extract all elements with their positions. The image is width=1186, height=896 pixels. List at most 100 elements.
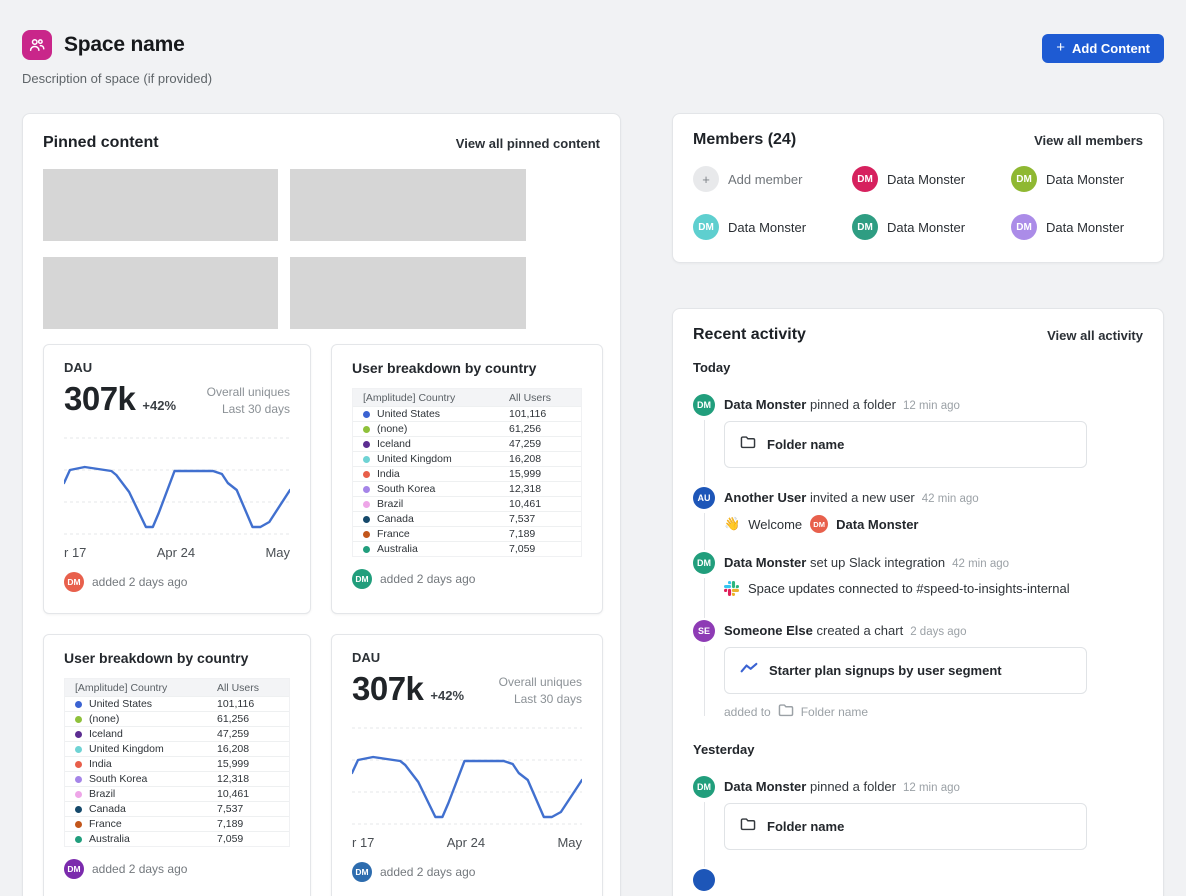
timestamp: 12 min ago — [903, 782, 960, 794]
view-all-pinned-link[interactable]: View all pinned content — [456, 136, 600, 151]
country-label: South Korea — [89, 773, 147, 785]
card-title: DAU — [352, 650, 582, 665]
activity-text: Another User invited a new user 42 min ag… — [724, 490, 1143, 505]
country-value: 16,208 — [509, 453, 571, 465]
table-row: India15,999 — [65, 756, 289, 771]
table-row: (none)61,256 — [353, 421, 581, 436]
actor-name: Another User — [724, 490, 806, 505]
avatar: AU — [693, 487, 715, 509]
series-color-dot — [75, 731, 82, 738]
action-text: pinned a folder — [806, 397, 896, 412]
recent-activity-title: Recent activity — [693, 326, 806, 344]
chart-name: Starter plan signups by user segment — [769, 663, 1002, 678]
country-value: 7,537 — [217, 803, 279, 815]
country-label: (none) — [89, 713, 119, 725]
table-row: Iceland47,259 — [353, 436, 581, 451]
add-member-button[interactable]: + Add member — [693, 166, 852, 192]
content-placeholder[interactable] — [290, 169, 526, 241]
avatar: DM — [852, 214, 878, 240]
table-header: [Amplitude] Country All Users — [65, 679, 289, 696]
country-label: Iceland — [89, 728, 123, 740]
series-color-dot — [363, 471, 370, 478]
series-color-dot — [363, 486, 370, 493]
dau-value: 307k — [64, 380, 135, 418]
activity-text: Someone Else created a chart2 days ago — [724, 623, 1143, 638]
wave-emoji: 👋 — [724, 516, 740, 532]
avatar: DM — [693, 552, 715, 574]
series-color-dot — [75, 701, 82, 708]
space-header-block: Space name Description of space (if prov… — [22, 30, 212, 86]
folder-icon — [740, 817, 756, 836]
table-row: Canada7,537 — [353, 511, 581, 526]
avatar — [693, 869, 715, 891]
series-color-dot — [363, 531, 370, 538]
breakdown-card[interactable]: User breakdown by country [Amplitude] Co… — [331, 344, 603, 614]
member-name: Data Monster — [1046, 172, 1124, 187]
series-color-dot — [363, 546, 370, 553]
country-label: Australia — [377, 543, 418, 555]
actor-name: Data Monster — [724, 779, 806, 794]
member-item[interactable]: DMData Monster — [852, 166, 1011, 192]
series-color-dot — [363, 456, 370, 463]
series-color-dot — [75, 746, 82, 753]
activity-item: DMData Monster set up Slack integration4… — [693, 552, 1143, 601]
activity-item: AU Another User invited a new user 42 min … — [693, 487, 1143, 533]
country-value: 7,059 — [217, 833, 279, 845]
table-row: France7,189 — [65, 816, 289, 831]
series-color-dot — [363, 516, 370, 523]
country-value: 10,461 — [509, 498, 571, 510]
action-text: invited a new user — [806, 490, 914, 505]
country-value: 7,537 — [509, 513, 571, 525]
chart-attachment[interactable]: Starter plan signups by user segment — [724, 647, 1087, 694]
avatar: DM — [1011, 166, 1037, 192]
series-color-dot — [363, 441, 370, 448]
country-value: 12,318 — [217, 773, 279, 785]
series-color-dot — [75, 836, 82, 843]
space-description: Description of space (if provided) — [22, 71, 212, 86]
country-value: 16,208 — [217, 743, 279, 755]
welcome-text: Welcome — [748, 517, 802, 532]
avatar: SE — [693, 620, 715, 642]
folder-attachment[interactable]: Folder name — [724, 421, 1087, 468]
breakdown-card[interactable]: User breakdown by country [Amplitude] Co… — [43, 634, 311, 896]
added-text: added 2 days ago — [92, 862, 187, 876]
member-name: Data Monster — [887, 220, 965, 235]
view-all-activity-link[interactable]: View all activity — [1047, 328, 1143, 343]
dau-value: 307k — [352, 670, 423, 708]
member-item[interactable]: DMData Monster — [693, 214, 852, 240]
country-value: 61,256 — [509, 423, 571, 435]
timestamp: 42 min ago — [922, 493, 979, 505]
add-content-button[interactable]: + Add Content — [1042, 34, 1164, 63]
avatar: DM — [64, 572, 84, 592]
members-title: Members (24) — [693, 131, 796, 149]
dau-card[interactable]: DAU 307k +42% Overall uniques Last 30 da… — [43, 344, 311, 614]
action-text: set up Slack integration — [806, 555, 945, 570]
folder-name: Folder name — [767, 437, 844, 452]
plus-icon: + — [1056, 39, 1065, 56]
table-row: Australia7,059 — [65, 831, 289, 846]
folder-name[interactable]: Folder name — [801, 705, 868, 719]
avatar: DM — [693, 394, 715, 416]
member-item[interactable]: DM Data Monster — [852, 214, 1011, 240]
table-row: France7,189 — [353, 526, 581, 541]
series-color-dot — [75, 716, 82, 723]
folder-attachment[interactable]: Folder name — [724, 803, 1087, 850]
view-all-members-link[interactable]: View all members — [1034, 133, 1143, 148]
content-placeholder[interactable] — [43, 257, 278, 329]
country-label: Iceland — [377, 438, 411, 450]
slack-integration-line: Space updates connected to #speed-to-ins… — [724, 579, 1076, 601]
member-item[interactable]: DM Data Monster — [1011, 166, 1143, 192]
content-placeholder[interactable] — [43, 169, 278, 241]
dau-meta: Overall uniques Last 30 days — [499, 674, 582, 708]
table-row: South Korea12,318 — [353, 481, 581, 496]
table-row: United Kingdom16,208 — [65, 741, 289, 756]
activity-item: DMData Monster pinned a folder12 min ago… — [693, 394, 1143, 468]
table-row: South Korea 12,318 — [65, 771, 289, 786]
content-placeholder[interactable] — [290, 257, 526, 329]
table-row: Canada7,537 — [65, 801, 289, 816]
dau-line-chart — [64, 426, 290, 544]
member-item[interactable]: DMData Monster — [1011, 214, 1143, 240]
dau-card[interactable]: DAU 307k +42% Overall uniques Last 30 da… — [331, 634, 603, 896]
pinned-placeholder-grid — [43, 169, 600, 329]
activity-item: DMData Monster pinned a folder12 min ago… — [693, 776, 1143, 850]
